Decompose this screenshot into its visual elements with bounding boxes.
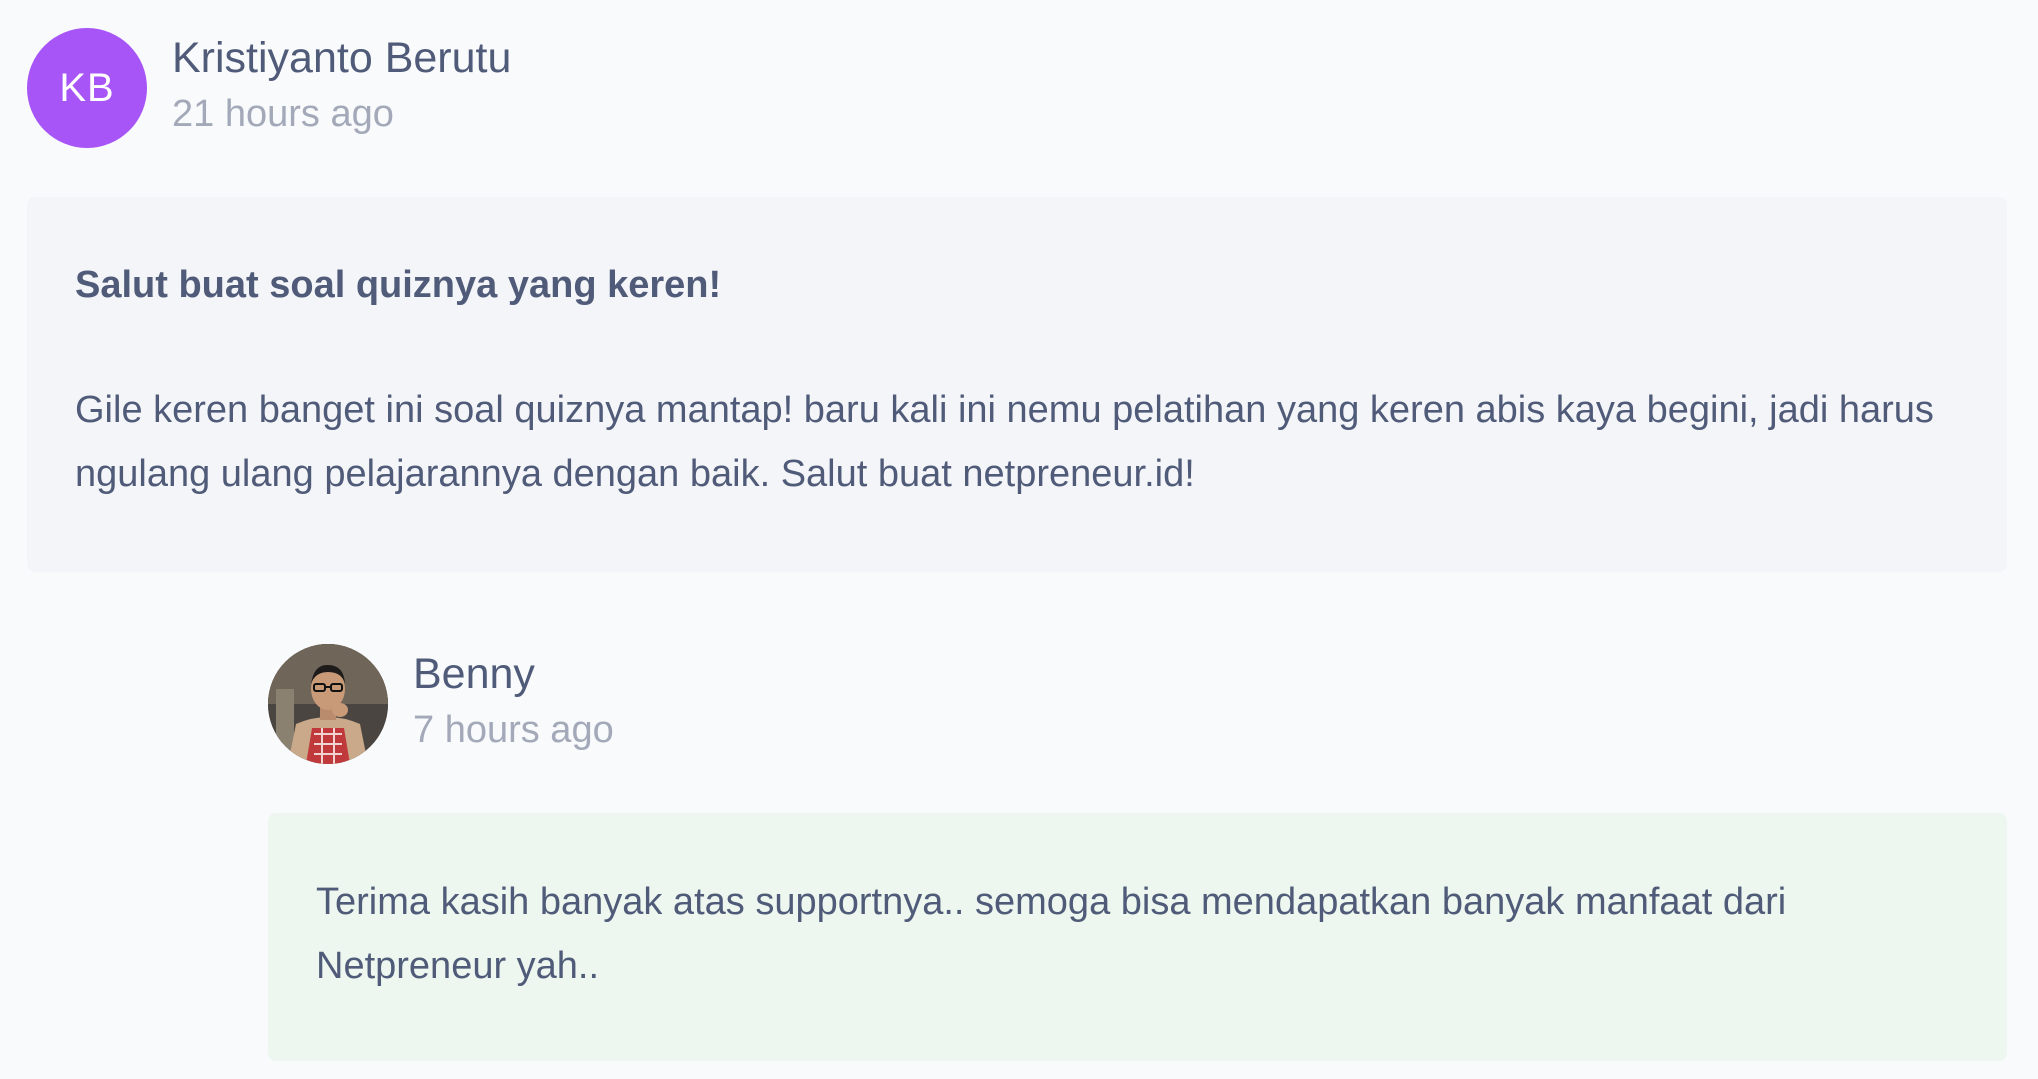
comment-time: 21 hours ago xyxy=(172,93,394,135)
comment-card: Salut buat soal quiznya yang keren! Gile… xyxy=(27,197,2007,572)
avatar[interactable]: KB xyxy=(27,28,147,148)
comment-author[interactable]: Kristiyanto Berutu xyxy=(172,30,511,86)
reply-card: Terima kasih banyak atas supportnya.. se… xyxy=(268,813,2007,1061)
reply-meta: Benny 7 hours ago xyxy=(413,644,614,758)
comment-title: Salut buat soal quiznya yang keren! xyxy=(75,264,722,306)
comment-meta: Kristiyanto Berutu 21 hours ago xyxy=(172,28,511,142)
reply-body: Terima kasih banyak atas supportnya.. se… xyxy=(316,881,1787,987)
reply-author[interactable]: Benny xyxy=(413,646,614,702)
comment-header: KB Kristiyanto Berutu 21 hours ago xyxy=(27,28,511,148)
comment-body: Gile keren banget ini soal quiznya manta… xyxy=(75,389,1934,495)
user-photo-icon xyxy=(268,644,388,764)
reply-time: 7 hours ago xyxy=(413,709,614,751)
reply-header: Benny 7 hours ago xyxy=(268,644,614,764)
avatar-initials: KB xyxy=(59,65,115,110)
avatar[interactable] xyxy=(268,644,388,764)
